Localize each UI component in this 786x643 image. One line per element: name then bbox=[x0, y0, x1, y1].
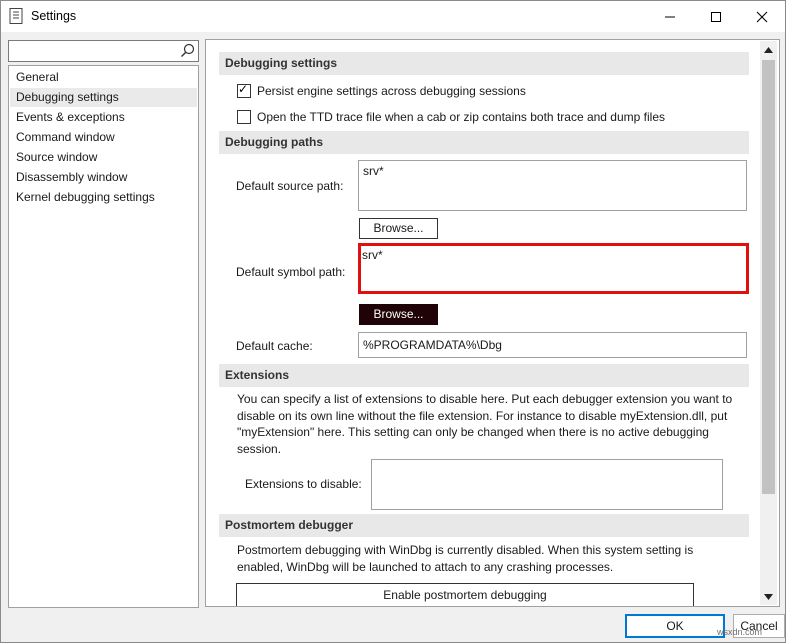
window-title: Settings bbox=[31, 9, 77, 23]
browse-symbol-button[interactable]: Browse... bbox=[359, 304, 438, 325]
close-button[interactable] bbox=[739, 1, 785, 32]
extensions-description: You can specify a list of extensions to … bbox=[237, 392, 733, 456]
minimize-icon bbox=[665, 16, 675, 17]
scroll-up-button[interactable] bbox=[760, 41, 777, 58]
section-header-extensions: Extensions bbox=[219, 364, 749, 387]
extensions-disable-field[interactable] bbox=[371, 459, 723, 510]
nav-item-command-window[interactable]: Command window bbox=[10, 128, 197, 147]
arrow-down-icon bbox=[764, 593, 773, 600]
settings-search[interactable] bbox=[8, 40, 199, 62]
maximize-button[interactable] bbox=[693, 1, 739, 32]
enable-postmortem-button[interactable]: Enable postmortem debugging bbox=[236, 583, 694, 606]
postmortem-description: Postmortem debugging with WinDbg is curr… bbox=[237, 543, 694, 574]
scroll-thumb[interactable] bbox=[762, 60, 775, 494]
source-path-label: Default source path: bbox=[236, 179, 344, 193]
section-header-debugging-settings: Debugging settings bbox=[219, 52, 749, 75]
section-header-debugging-paths: Debugging paths bbox=[219, 131, 749, 154]
section-header-postmortem: Postmortem debugger bbox=[219, 514, 749, 537]
nav-item-kernel-debugging-settings[interactable]: Kernel debugging settings bbox=[10, 188, 197, 207]
checkmark-icon: ✓ bbox=[238, 82, 249, 96]
nav-item-events-exceptions[interactable]: Events & exceptions bbox=[10, 108, 197, 127]
maximize-icon bbox=[711, 11, 721, 22]
ttd-trace-checkbox[interactable] bbox=[237, 110, 251, 124]
nav-item-debugging-settings[interactable]: Debugging settings bbox=[10, 88, 197, 107]
search-icon[interactable] bbox=[180, 43, 195, 58]
browse-source-button[interactable]: Browse... bbox=[359, 218, 438, 239]
ok-button[interactable]: OK bbox=[625, 614, 725, 638]
settings-content: Debugging settings ✓ Persist engine sett… bbox=[205, 39, 780, 607]
nav-item-source-window[interactable]: Source window bbox=[10, 148, 197, 167]
symbol-path-highlight bbox=[358, 243, 749, 294]
nav-item-general[interactable]: General bbox=[10, 68, 197, 87]
persist-settings-option[interactable]: ✓ Persist engine settings across debuggi… bbox=[237, 82, 526, 99]
watermark: wsxdn.com bbox=[717, 627, 763, 637]
persist-settings-checkbox[interactable]: ✓ bbox=[237, 82, 251, 98]
source-path-field[interactable]: srv* bbox=[358, 160, 747, 211]
nav-item-disassembly-window[interactable]: Disassembly window bbox=[10, 168, 197, 187]
arrow-up-icon bbox=[764, 46, 773, 53]
document-settings-icon bbox=[9, 8, 23, 24]
minimize-button[interactable] bbox=[647, 1, 693, 32]
content-scrollbar[interactable] bbox=[760, 41, 777, 605]
cache-field[interactable]: %PROGRAMDATA%\Dbg bbox=[358, 332, 747, 358]
ttd-trace-label: Open the TTD trace file when a cab or zi… bbox=[257, 110, 665, 124]
title-bar: Settings bbox=[1, 1, 785, 32]
search-input[interactable] bbox=[11, 42, 180, 60]
extensions-disable-label: Extensions to disable: bbox=[245, 477, 362, 491]
persist-settings-label: Persist engine settings across debugging… bbox=[257, 84, 526, 98]
close-icon bbox=[756, 11, 768, 22]
cache-label: Default cache: bbox=[236, 339, 313, 353]
symbol-path-label: Default symbol path: bbox=[236, 265, 346, 279]
ttd-trace-option[interactable]: Open the TTD trace file when a cab or zi… bbox=[237, 109, 665, 125]
scroll-down-button[interactable] bbox=[760, 588, 777, 605]
settings-nav: General Debugging settings Events & exce… bbox=[8, 65, 199, 608]
settings-window: Settings General Debugging settings Even… bbox=[0, 0, 786, 643]
